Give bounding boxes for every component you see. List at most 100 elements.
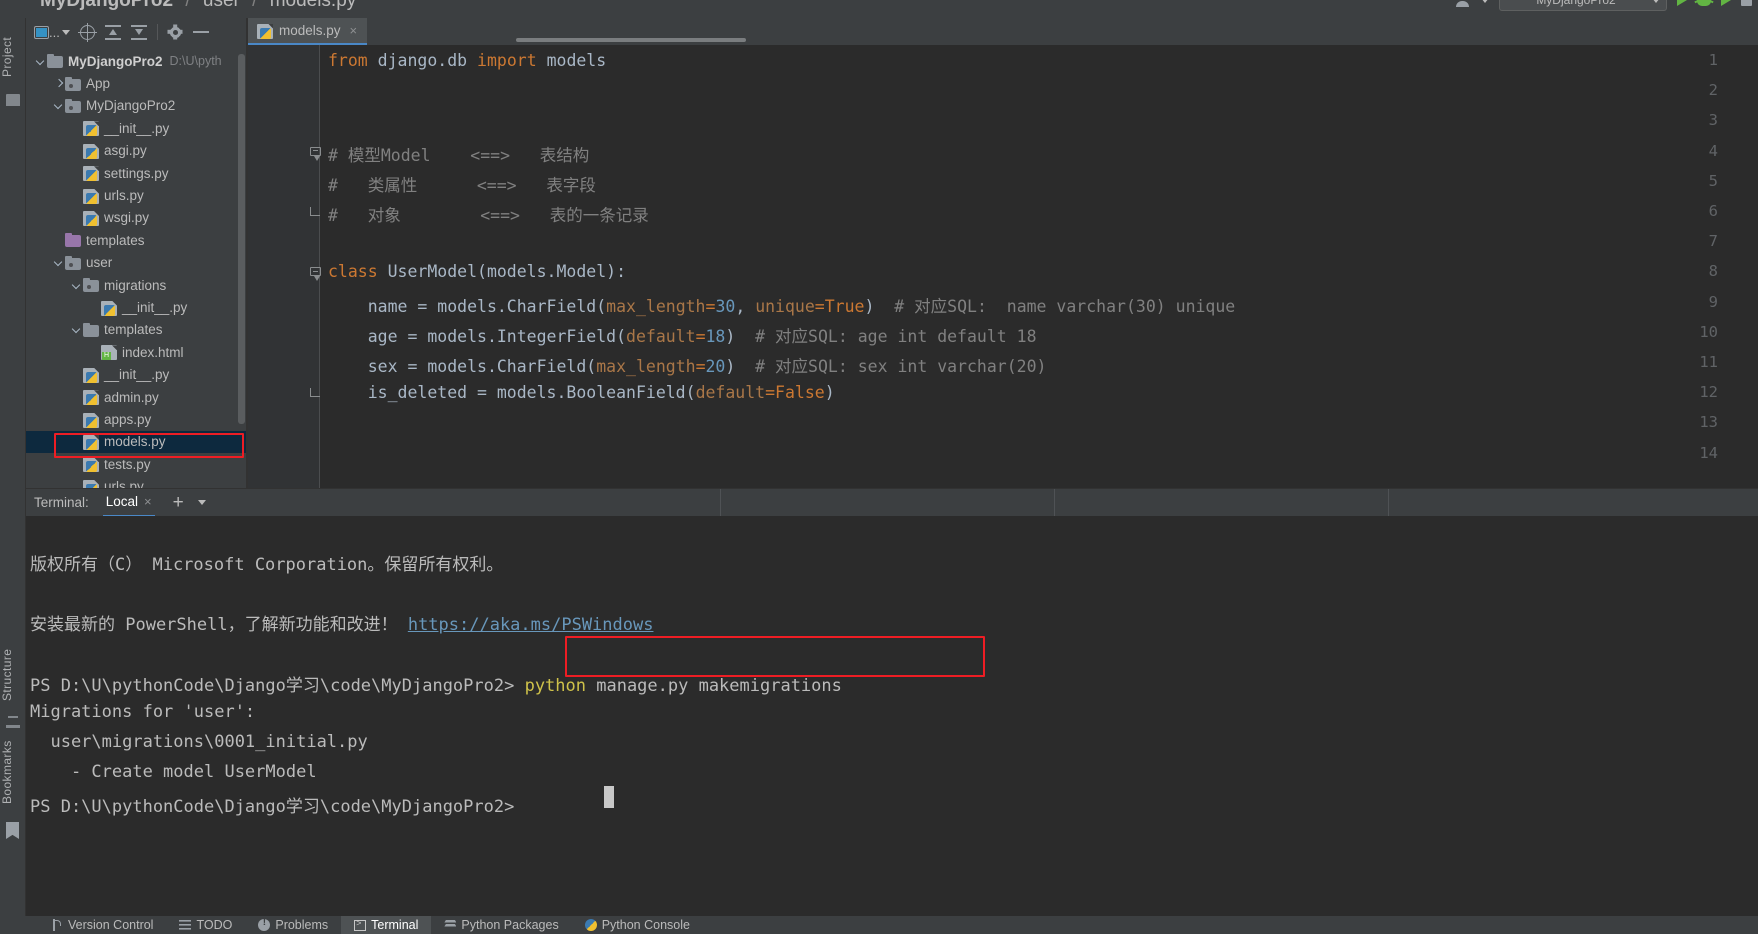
tree-row[interactable]: admin.py xyxy=(26,386,246,408)
chevron-down-icon[interactable] xyxy=(1481,0,1489,3)
chevron-down-icon[interactable] xyxy=(52,256,65,269)
tree-row[interactable]: asgi.py xyxy=(26,140,246,162)
project-tree[interactable]: MyDjangoPro2 D:\U\pyth App MyDjangoPro2 __in… xyxy=(26,46,246,488)
line-number: 5 xyxy=(1708,171,1718,190)
tree-row[interactable]: __init__.py xyxy=(26,117,246,139)
tab-models-py[interactable]: models.py × xyxy=(248,18,368,45)
user-account-icon[interactable] xyxy=(1455,0,1471,7)
tree-row[interactable]: templates xyxy=(26,229,246,251)
status-item-version-control[interactable]: Version Control xyxy=(38,916,166,934)
terminal-text: 版权所有（C） Microsoft Corporation。保留所有权利。 xyxy=(30,555,504,575)
code-canvas[interactable]: 1 from django.db import models 2 3 4 # 模型Mode… xyxy=(248,45,1758,488)
settings-gear-icon[interactable] xyxy=(167,24,183,40)
tree-row-root[interactable]: MyDjangoPro2 D:\U\pyth xyxy=(34,50,222,72)
tree-row[interactable]: templates xyxy=(26,319,246,341)
header-divider xyxy=(1388,489,1389,517)
line-number: 10 xyxy=(1699,322,1718,341)
tree-row[interactable]: tests.py xyxy=(26,453,246,475)
project-tool-window: ... MyDjangoPro2 D:\U\pyth App MyDjangoPro2… xyxy=(26,18,246,488)
tree-label: MyDjangoPro2 xyxy=(86,98,176,114)
code-token: UserModel(models.Model): xyxy=(377,262,627,282)
status-item-terminal[interactable]: Terminal xyxy=(341,916,432,934)
tool-window-structure[interactable]: Structure xyxy=(0,636,26,714)
status-item-python-console[interactable]: Python Console xyxy=(572,916,703,934)
line-number: 4 xyxy=(1708,141,1718,160)
tree-row[interactable]: user xyxy=(26,252,246,274)
code-line[interactable]: from django.db import models xyxy=(328,51,606,70)
code-token: 20 xyxy=(705,357,726,376)
fold-collapse-icon[interactable] xyxy=(310,146,322,161)
python-file-icon xyxy=(83,479,99,488)
code-line[interactable]: # 类属性 <==> 表字段 xyxy=(328,172,596,196)
run-coverage-button[interactable] xyxy=(1721,0,1731,6)
fold-end-icon[interactable] xyxy=(310,207,322,219)
code-line[interactable]: class UserModel(models.Model): xyxy=(328,262,626,281)
status-item-label: Terminal xyxy=(371,918,419,932)
tool-window-bookmarks[interactable]: Bookmarks xyxy=(0,730,26,814)
close-icon[interactable]: × xyxy=(350,23,358,38)
breadcrumb-folder[interactable]: user xyxy=(203,0,240,11)
terminal-output[interactable]: 版权所有（C） Microsoft Corporation。保留所有权利。 安装最… xyxy=(26,516,1758,916)
tree-row[interactable]: __init__.py xyxy=(26,296,246,318)
tree-row[interactable]: urls.py xyxy=(26,476,246,488)
editor-horizontal-scrollbar[interactable] xyxy=(516,38,746,42)
status-item-label: Python Packages xyxy=(461,918,559,932)
terminal-text: manage.py makemigrations xyxy=(586,676,842,696)
module-folder-icon xyxy=(65,98,81,113)
breadcrumb[interactable]: MyDjangoPro2 / user / models.py xyxy=(40,0,356,12)
code-line[interactable]: # 对象 <==> 表的一条记录 xyxy=(328,202,649,226)
status-item-python-packages[interactable]: Python Packages xyxy=(431,916,571,934)
code-line[interactable]: age = models.IntegerField(default=18) # … xyxy=(328,323,1037,347)
fold-end-icon[interactable] xyxy=(310,388,322,400)
code-token: , xyxy=(735,296,756,316)
code-token: False xyxy=(775,383,825,403)
chevron-down-icon[interactable] xyxy=(70,279,83,292)
tree-row[interactable]: MyDjangoPro2 xyxy=(26,95,246,117)
close-icon[interactable]: × xyxy=(144,494,152,509)
chevron-down-icon[interactable] xyxy=(34,55,47,68)
new-terminal-button[interactable]: + xyxy=(173,493,184,512)
editor-tab-bar: models.py × xyxy=(248,18,1758,45)
locate-icon[interactable] xyxy=(77,22,97,42)
breadcrumb-project[interactable]: MyDjangoPro2 xyxy=(40,0,173,11)
tree-label: migrations xyxy=(104,277,167,293)
tree-row[interactable]: wsgi.py xyxy=(26,207,246,229)
tree-label: user xyxy=(86,255,113,271)
code-line[interactable]: sex = models.CharField(max_length=20) # … xyxy=(328,353,1047,377)
code-line[interactable]: is_deleted = models.BooleanField(default… xyxy=(328,383,835,402)
chevron-down-icon[interactable] xyxy=(70,323,83,336)
status-bar: Version Control TODO Problems Terminal Pytho… xyxy=(0,916,1758,934)
fold-collapse-icon[interactable] xyxy=(310,267,322,282)
code-line[interactable]: name = models.CharField(max_length=30, u… xyxy=(328,293,1236,317)
tree-row[interactable]: migrations xyxy=(26,274,246,296)
hide-icon[interactable] xyxy=(192,31,209,33)
expand-all-icon[interactable] xyxy=(104,24,121,40)
breadcrumb-file[interactable]: models.py xyxy=(270,0,357,11)
tree-row[interactable]: index.html xyxy=(26,341,246,363)
terminal-tab-local[interactable]: Local × xyxy=(102,489,155,517)
run-configuration-selector[interactable]: MyDjangoPro2 xyxy=(1499,0,1667,11)
tree-label: asgi.py xyxy=(104,143,147,159)
tree-row[interactable]: __init__.py xyxy=(26,364,246,386)
tree-row[interactable]: apps.py xyxy=(26,408,246,430)
terminal-link[interactable]: https://aka.ms/PSWindows xyxy=(408,615,654,635)
tool-window-project[interactable]: Project xyxy=(0,26,26,88)
collapse-all-icon[interactable] xyxy=(130,24,147,40)
tree-row[interactable]: models.py xyxy=(26,430,246,454)
status-item-todo[interactable]: TODO xyxy=(166,916,245,934)
debug-button[interactable] xyxy=(1697,0,1711,6)
code-line[interactable]: # 模型Model <==> 表结构 xyxy=(328,142,589,166)
stop-button[interactable] xyxy=(1741,0,1752,6)
run-button[interactable] xyxy=(1677,0,1687,6)
chevron-right-icon[interactable] xyxy=(52,77,65,90)
tree-row[interactable]: settings.py xyxy=(26,162,246,184)
python-file-icon xyxy=(83,166,99,182)
status-item-problems[interactable]: Problems xyxy=(245,916,341,934)
project-scope-icon[interactable]: ... xyxy=(34,24,70,41)
chevron-down-icon[interactable] xyxy=(197,500,206,505)
chevron-down-icon[interactable] xyxy=(52,99,65,112)
tree-row[interactable]: urls.py xyxy=(26,184,246,206)
tree-row[interactable]: App xyxy=(26,72,246,94)
